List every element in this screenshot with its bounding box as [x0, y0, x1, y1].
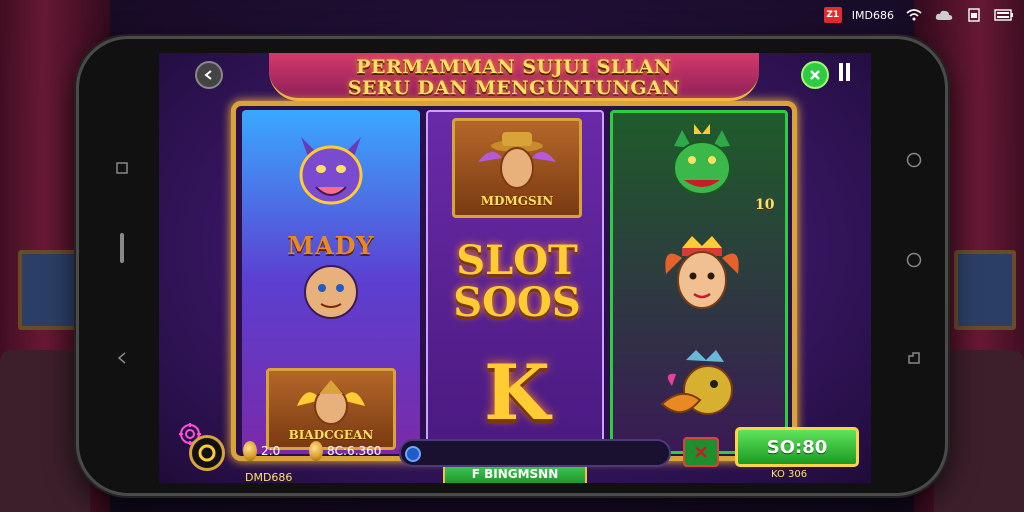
symbol-slot-soos: SLOT SOOS: [452, 232, 582, 332]
k-letter: K: [483, 347, 551, 437]
phone-home-bar-icon[interactable]: [113, 233, 131, 263]
wifi-icon: [904, 8, 924, 22]
game-title-line1: PERMAMMAN SUJUI SLLAN: [356, 56, 672, 78]
sim-icon: [964, 8, 984, 22]
menu-ring-button[interactable]: [189, 435, 225, 471]
game-title-line2: SERU DAN MENGUNTUNGAN: [347, 77, 681, 99]
crowned-face-icon: [665, 236, 739, 309]
pause-button[interactable]: [839, 63, 853, 85]
symbol-mady: MADY: [266, 226, 396, 326]
phone-overview-icon[interactable]: [905, 349, 923, 367]
close-icon: [810, 70, 820, 80]
symbol-mdmgsin: MDMGSIN: [452, 118, 582, 218]
spin-button[interactable]: SO:80: [735, 427, 859, 467]
coin1-value: 2:0: [261, 444, 281, 458]
game-screen: PERMAMMAN SUJUI SLLAN SERU DAN MENGUNTUN…: [159, 53, 871, 483]
back-button[interactable]: [195, 61, 223, 89]
close-button[interactable]: [801, 61, 829, 89]
cloud-icon: [934, 8, 954, 22]
background-picture-frame-right: [954, 250, 1016, 330]
winged-helmet-icon: [297, 380, 365, 425]
power-ring-icon: [198, 444, 216, 462]
dragon-head-icon: [673, 124, 731, 195]
bet-slider-knob[interactable]: [405, 446, 421, 462]
status-app-name: IMD686: [851, 8, 894, 22]
bet-slider[interactable]: [399, 439, 671, 467]
reel-3: 10: [610, 110, 788, 454]
soos-text: SOOS: [453, 279, 581, 326]
reel-2: MDMGSIN SLOT SOOS K: [426, 110, 604, 454]
multiplier-badge: 10: [755, 197, 775, 213]
background-picture-frame-left: [18, 250, 80, 330]
coin-balance-1: 2:0: [243, 441, 280, 461]
reels-frame: MADY BIADCGEAN MDMGSIN SLOT SOOS K 10: [231, 101, 797, 461]
symbol-crowned-face: [637, 219, 767, 329]
symbol-dragon-head: 10: [637, 115, 774, 215]
fedora-face-icon: [478, 132, 556, 189]
reel-1: MADY BIADCGEAN: [242, 110, 420, 454]
back-arrow-icon: [204, 70, 212, 80]
phone-home-button-icon[interactable]: [905, 251, 923, 269]
phone-back-icon[interactable]: [113, 349, 131, 367]
phone-device: PERMAMMAN SUJUI SLLAN SERU DAN MENGUNTUN…: [76, 36, 948, 496]
coin-icon: [243, 441, 257, 461]
status-bar: Z1 IMD686: [823, 6, 1014, 24]
phone-camera-icon: [905, 151, 923, 169]
coin2-value: 8C:6.360: [327, 444, 382, 458]
autoplay-button[interactable]: [683, 437, 719, 467]
close-x-icon: [695, 446, 707, 458]
game-title: PERMAMMAN SUJUI SLLAN SERU DAN MENGUNTUN…: [289, 57, 739, 99]
battery-icon: [994, 8, 1014, 22]
app-badge-icon: Z1: [823, 7, 842, 23]
slot-text: SLOT: [456, 237, 578, 284]
duck-head-icon: [660, 350, 733, 415]
cap-face-icon: [304, 264, 358, 319]
coin-icon: [309, 441, 323, 461]
symbol-k: K: [452, 340, 582, 444]
wolf-head-icon: [299, 137, 363, 205]
symbol-wolf-head: [266, 120, 396, 220]
coin-balance-2: 8C:6.360: [309, 441, 381, 461]
phone-recent-apps-icon[interactable]: [113, 159, 131, 177]
mdmgsin-label: MDMGSIN: [480, 194, 554, 208]
game-controls: 2:0 8C:6.360 SO:80: [159, 427, 871, 487]
